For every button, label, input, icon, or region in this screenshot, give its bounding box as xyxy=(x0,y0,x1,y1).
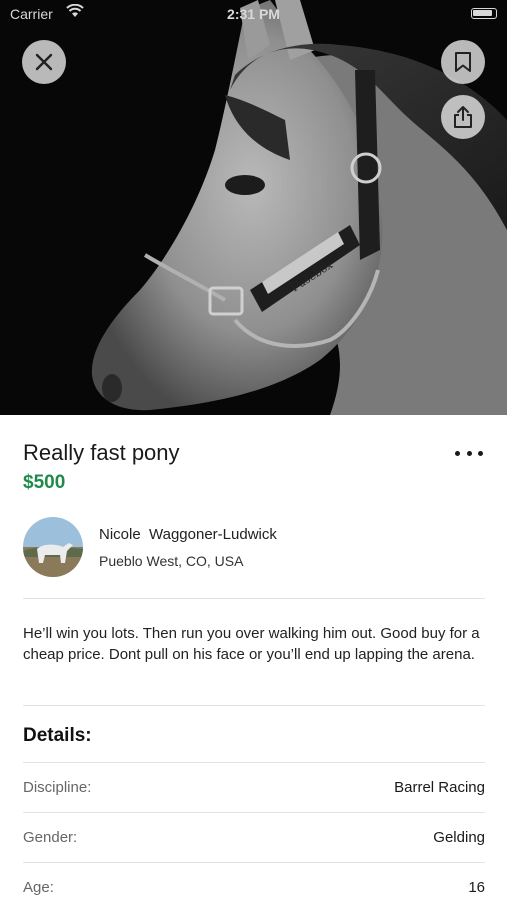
divider xyxy=(23,598,485,599)
bookmark-button[interactable] xyxy=(441,40,485,84)
detail-row-discipline: Discipline: Barrel Racing xyxy=(23,779,485,803)
seller-location: Pueblo West, CO, USA xyxy=(99,553,244,569)
seller-name[interactable]: Nicole Waggoner-Ludwick xyxy=(99,526,277,543)
close-button[interactable] xyxy=(22,40,66,84)
listing-price: $500 xyxy=(23,472,66,493)
listing-title: Really fast pony xyxy=(23,440,180,465)
status-bar: Carrier 2:31 PM xyxy=(0,0,507,30)
detail-label: Age: xyxy=(23,879,54,896)
detail-value: Barrel Racing xyxy=(394,779,485,796)
listing-content: Really fast pony $500 Nicole Waggoner-Lu… xyxy=(0,415,507,900)
horse-illustration: Fusebox xyxy=(0,0,507,415)
bookmark-icon xyxy=(455,52,471,72)
detail-label: Discipline: xyxy=(23,779,92,796)
detail-row-age: Age: 16 xyxy=(23,879,485,900)
listing-detail-screen: Fusebox Carrier 2:31 PM Really fast pony… xyxy=(0,0,507,900)
share-button[interactable] xyxy=(441,95,485,139)
status-time: 2:31 PM xyxy=(227,6,280,22)
detail-value: 16 xyxy=(468,879,485,896)
divider xyxy=(23,762,485,763)
share-icon xyxy=(454,106,472,128)
more-options-button[interactable] xyxy=(455,445,483,461)
details-heading: Details: xyxy=(23,725,92,746)
detail-row-gender: Gender: Gelding xyxy=(23,829,485,853)
seller-avatar[interactable] xyxy=(23,517,83,577)
divider xyxy=(23,862,485,863)
battery-icon xyxy=(471,8,497,19)
listing-description: He’ll win you lots. Then run you over wa… xyxy=(23,625,480,663)
divider xyxy=(23,705,485,706)
detail-value: Gelding xyxy=(433,829,485,846)
divider xyxy=(23,812,485,813)
more-options-icon xyxy=(455,450,460,456)
close-icon xyxy=(35,53,53,71)
horse-photo: Fusebox Carrier 2:31 PM xyxy=(0,0,507,415)
detail-label: Gender: xyxy=(23,829,78,846)
